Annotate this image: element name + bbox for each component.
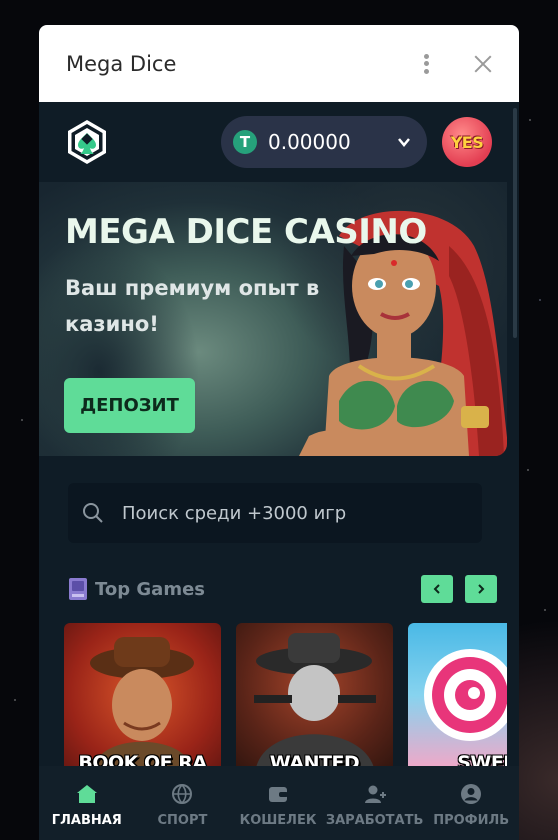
wallet-icon <box>269 786 289 802</box>
search-input[interactable] <box>120 501 444 525</box>
nav-item-profile[interactable]: ПРОФИЛЬ <box>423 766 519 840</box>
nav-label: СПОРТ <box>157 812 208 828</box>
balance-selector[interactable]: T 0.00000 <box>221 116 427 168</box>
home-icon <box>76 784 97 803</box>
games-book-icon <box>69 578 87 600</box>
window-title: Mega Dice <box>66 51 177 76</box>
game-art <box>424 649 507 741</box>
nav-label: КОШЕЛЕК <box>239 812 317 828</box>
game-card-book-of-ra[interactable]: BOOK OF RA <box>64 623 221 768</box>
window-titlebar: Mega Dice <box>39 25 519 102</box>
game-card-wanted[interactable]: WANTED <box>236 623 393 768</box>
chevron-down-icon <box>398 138 410 147</box>
nav-item-wallet[interactable]: КОШЕЛЕК <box>230 766 326 840</box>
top-games-title: Top Games <box>95 578 206 600</box>
banner-title: MEGA DICE CASINO <box>65 212 427 252</box>
user-icon <box>461 783 482 804</box>
add-user-icon <box>364 785 386 803</box>
tether-icon: T <box>233 130 257 154</box>
mini-app-window: Mega Dice T 0.00000 YES MEGA DICE CASINO… <box>39 25 519 840</box>
nav-label: ПРОФИЛЬ <box>433 812 510 828</box>
nav-item-home[interactable]: ГЛАВНАЯ <box>39 766 135 840</box>
top-games-carousel: BOOK OF RA WANTED SWE <box>64 623 507 768</box>
nav-item-earn[interactable]: ЗАРАБОТАТЬ <box>325 766 424 840</box>
game-art <box>254 633 376 768</box>
basketball-icon <box>172 783 193 804</box>
game-search[interactable] <box>68 483 482 543</box>
top-games-header: Top Games <box>67 572 497 606</box>
nav-item-sport[interactable]: СПОРТ <box>135 766 231 840</box>
game-art <box>90 637 194 768</box>
nav-label: ЗАРАБОТАТЬ <box>325 812 424 828</box>
carousel-next-button[interactable] <box>465 575 497 603</box>
close-icon[interactable] <box>474 55 492 73</box>
nav-label: ГЛАВНАЯ <box>51 812 122 828</box>
carousel-prev-button[interactable] <box>421 575 453 603</box>
chevron-left-icon <box>433 584 440 594</box>
deposit-button[interactable]: ДЕПОЗИТ <box>64 378 195 433</box>
bottom-navigation: ГЛАВНАЯ СПОРТ КОШЕЛЕК ЗАРАБОТАТЬ ПРОФИЛЬ <box>39 766 519 840</box>
game-card-sweet[interactable]: SWEE <box>408 623 507 768</box>
avatar[interactable]: YES <box>442 117 492 167</box>
promo-banner: MEGA DICE CASINO Ваш премиум опыт в кази… <box>39 182 507 456</box>
app-content: T 0.00000 YES MEGA DICE CASINO Ваш преми… <box>39 102 519 840</box>
balance-amount: 0.00000 <box>268 130 351 154</box>
more-options-icon[interactable] <box>416 51 436 77</box>
chevron-right-icon <box>478 584 485 594</box>
banner-subtitle: Ваш премиум опыт в казино! <box>65 276 320 336</box>
search-icon <box>83 503 103 523</box>
mega-dice-logo[interactable] <box>64 119 110 165</box>
app-header: T 0.00000 YES <box>39 102 519 182</box>
